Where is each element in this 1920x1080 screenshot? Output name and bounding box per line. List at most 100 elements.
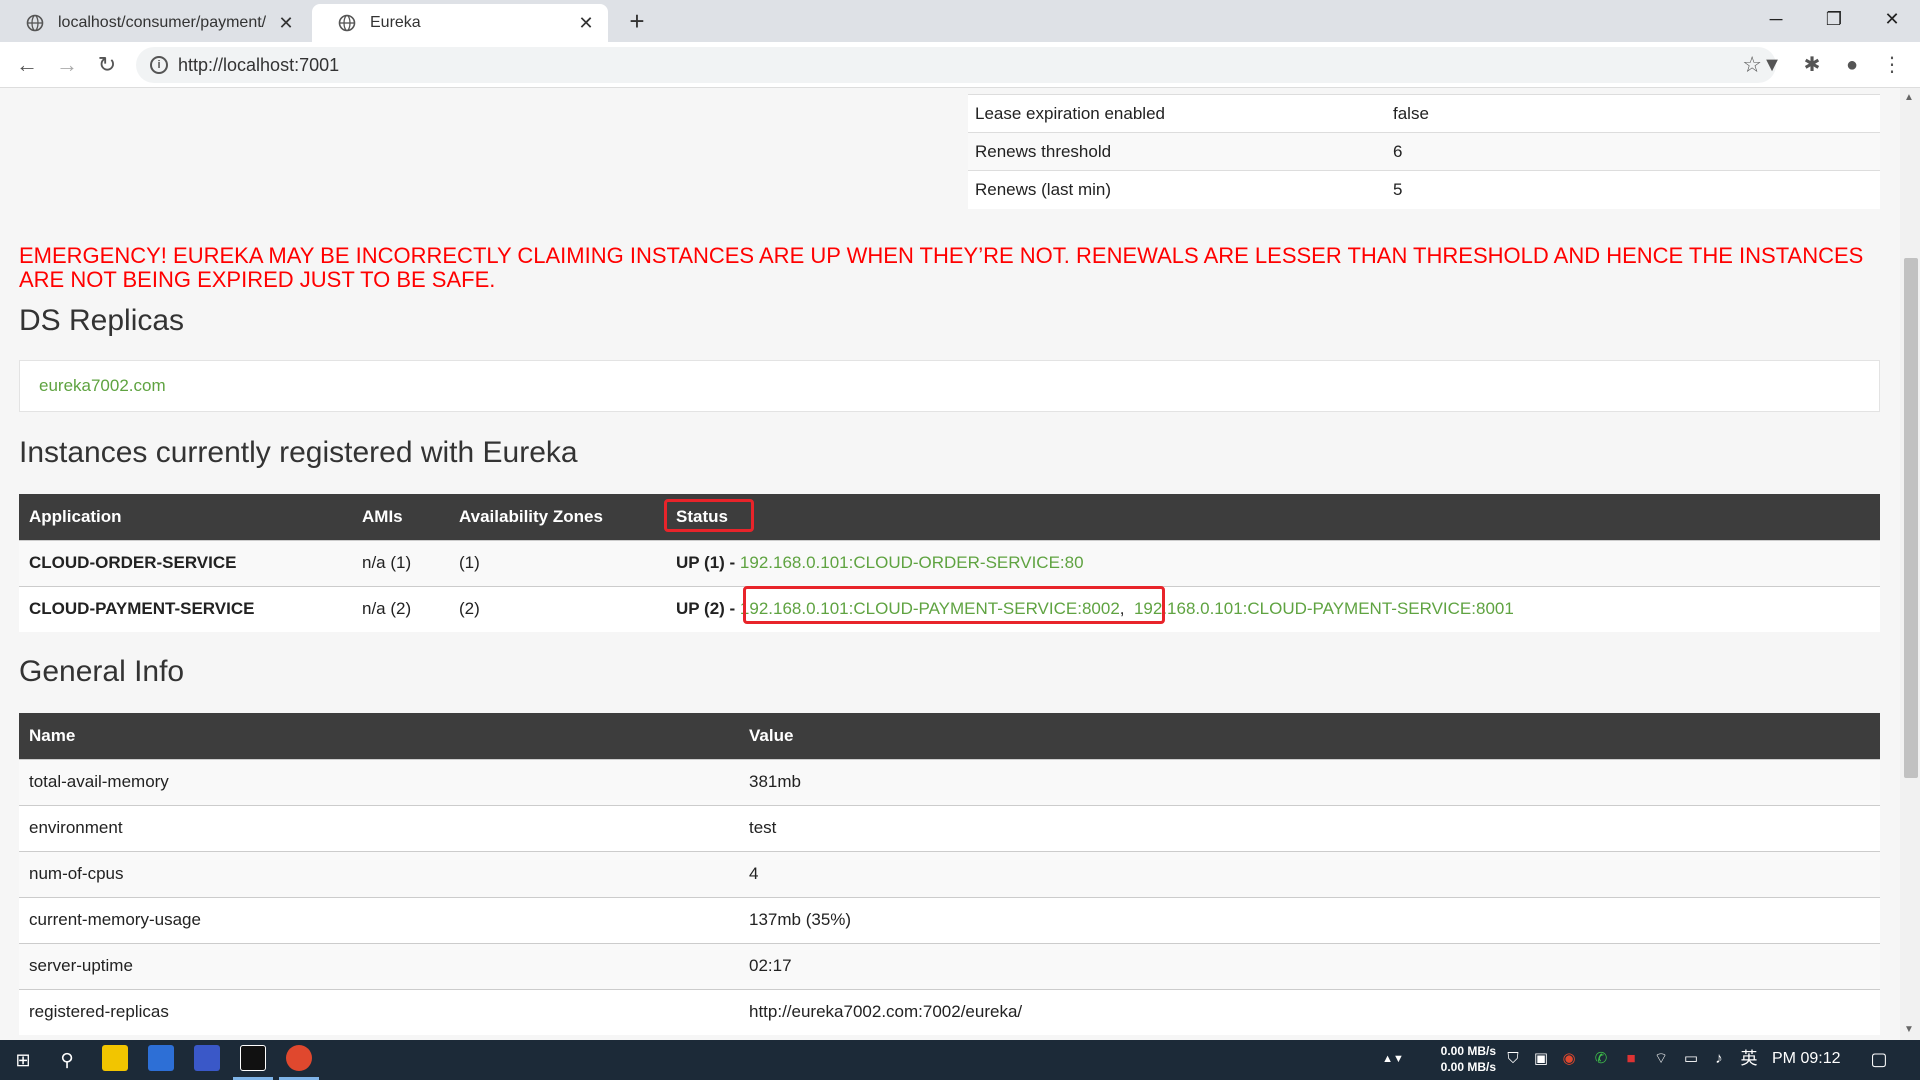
scrollbar-thumb[interactable] — [1904, 258, 1918, 778]
reload-icon[interactable]: ↻ — [92, 50, 122, 80]
info-value: 381mb — [739, 758, 1880, 805]
instance-link[interactable]: 192.168.0.101:CLOUD-PAYMENT-SERVICE:8001 — [1134, 599, 1514, 618]
new-tab-button[interactable]: + — [622, 6, 652, 36]
browser-toolbar: ← → ↻ i http://localhost:7001 ☆ ▼ ✱ ● ⋮ — [0, 42, 1920, 88]
lease-info-table: Lease expiration enabled false Renews th… — [968, 94, 1880, 209]
intellij-app-icon[interactable] — [240, 1045, 266, 1071]
table-row: server-uptime 02:17 — [19, 942, 1880, 989]
tray-app-icon[interactable]: ◉ — [1558, 1048, 1580, 1070]
table-row: Lease expiration enabled false — [968, 94, 1880, 133]
tray-expand-icon[interactable]: ▲▼ — [1382, 1048, 1404, 1070]
scroll-down-icon[interactable]: ▼ — [1904, 1024, 1914, 1035]
general-info-table: Name Value total-avail-memory 381mb envi… — [19, 713, 1880, 1035]
table-row: num-of-cpus 4 — [19, 850, 1880, 897]
windows-start-icon[interactable]: ⊞ — [8, 1045, 38, 1075]
col-name: Name — [19, 713, 739, 759]
lease-key: Lease expiration enabled — [968, 94, 1386, 133]
table-header-row: Name Value — [19, 713, 1880, 759]
table-row: total-avail-memory 381mb — [19, 758, 1880, 805]
page-scrollbar[interactable]: ▲ ▼ — [1900, 88, 1920, 1040]
col-amis: AMIs — [352, 494, 449, 540]
vpn-extension-icon[interactable]: ▼ — [1757, 50, 1787, 80]
table-row: environment test — [19, 804, 1880, 851]
instance-link[interactable]: 192.168.0.101:CLOUD-ORDER-SERVICE:80 — [740, 553, 1084, 572]
col-application: Application — [19, 494, 352, 540]
ime-indicator[interactable]: 英 — [1738, 1048, 1760, 1070]
info-value: test — [739, 804, 1880, 851]
status-prefix: UP (2) - — [676, 599, 740, 619]
status-header-highlight — [664, 499, 754, 532]
info-name: num-of-cpus — [19, 850, 739, 897]
tray-app-icon[interactable]: ▣ — [1530, 1048, 1552, 1070]
menu-kebab-icon[interactable]: ⋮ — [1877, 50, 1907, 80]
table-row: registered-replicas http://eureka7002.co… — [19, 988, 1880, 1035]
lease-key: Renews threshold — [968, 132, 1386, 171]
extensions-puzzle-icon[interactable]: ✱ — [1797, 50, 1827, 80]
page-content: Lease expiration enabled false Renews th… — [0, 88, 1900, 1040]
col-value: Value — [739, 713, 1880, 759]
info-value: 137mb (35%) — [739, 896, 1880, 943]
back-icon[interactable]: ← — [12, 50, 42, 80]
instance-8002-highlight — [743, 586, 1165, 624]
volume-icon[interactable]: ♪ — [1708, 1048, 1730, 1070]
app-status: UP (1) - 192.168.0.101:CLOUD-ORDER-SERVI… — [666, 539, 1880, 586]
chrome-app-icon[interactable] — [286, 1045, 312, 1071]
profile-avatar-icon[interactable]: ● — [1837, 50, 1867, 80]
network-speed: 0.00 MB/s 0.00 MB/s — [1432, 1043, 1496, 1075]
net-up: 0.00 MB/s — [1440, 1044, 1496, 1058]
info-name: total-avail-memory — [19, 758, 739, 805]
app-amis: n/a (2) — [352, 585, 449, 632]
table-row: Renews threshold 6 — [968, 132, 1880, 171]
typora-app-icon[interactable] — [148, 1045, 174, 1071]
search-icon[interactable]: ⚲ — [52, 1045, 82, 1075]
app-zones: (1) — [449, 539, 666, 586]
replica-link[interactable]: eureka7002.com — [39, 376, 166, 395]
restore-icon[interactable]: ❐ — [1806, 0, 1862, 40]
tab-label: localhost/consumer/payment/ — [58, 14, 267, 31]
minimize-icon[interactable]: ─ — [1748, 0, 1804, 40]
tray-app-icon[interactable]: ■ — [1620, 1048, 1642, 1070]
notification-icon[interactable]: ▢ — [1868, 1048, 1890, 1070]
lease-key: Renews (last min) — [968, 170, 1386, 209]
clock[interactable]: PM 09:12 — [1772, 1050, 1840, 1068]
ds-replicas-title: DS Replicas — [19, 304, 185, 337]
tab-label: Eureka — [370, 14, 421, 31]
tab-consumer-payment[interactable]: localhost/consumer/payment/ ✕ — [0, 4, 308, 42]
net-down: 0.00 MB/s — [1440, 1060, 1496, 1074]
mindmap-app-icon[interactable] — [194, 1045, 220, 1071]
table-row: Renews (last min) 5 — [968, 170, 1880, 209]
app-name: CLOUD-ORDER-SERVICE — [19, 539, 352, 586]
info-name: current-memory-usage — [19, 896, 739, 943]
table-row: CLOUD-ORDER-SERVICE n/a (1) (1) UP (1) -… — [19, 539, 1880, 586]
notes-app-icon[interactable] — [102, 1045, 128, 1071]
info-name: server-uptime — [19, 942, 739, 989]
url-text[interactable]: http://localhost:7001 — [178, 55, 339, 76]
general-info-title: General Info — [19, 655, 185, 688]
window-close-icon[interactable]: ✕ — [1864, 0, 1920, 40]
scroll-up-icon[interactable]: ▲ — [1904, 92, 1914, 103]
col-zones: Availability Zones — [449, 494, 666, 540]
address-bar[interactable]: i http://localhost:7001 ☆ — [136, 47, 1776, 83]
close-icon[interactable]: ✕ — [576, 13, 596, 34]
tab-eureka[interactable]: Eureka ✕ — [312, 4, 608, 42]
forward-icon[interactable]: → — [52, 50, 82, 80]
info-name: environment — [19, 804, 739, 851]
battery-icon[interactable]: ▭ — [1680, 1048, 1702, 1070]
lease-value: 6 — [1386, 132, 1880, 171]
wifi-icon[interactable]: ⌔ — [1650, 1048, 1672, 1070]
info-icon[interactable]: i — [150, 56, 168, 74]
status-prefix: UP (1) - — [676, 553, 740, 572]
info-value: 4 — [739, 850, 1880, 897]
table-row: current-memory-usage 137mb (35%) — [19, 896, 1880, 943]
globe-icon — [26, 14, 44, 32]
info-value: http://eureka7002.com:7002/eureka/ — [739, 988, 1880, 1035]
close-icon[interactable]: ✕ — [276, 13, 296, 34]
wechat-icon[interactable]: ✆ — [1590, 1048, 1612, 1070]
shield-icon[interactable]: ⛉ — [1502, 1048, 1524, 1070]
browser-tab-bar: localhost/consumer/payment/ ✕ Eureka ✕ +… — [0, 0, 1920, 42]
info-value: 02:17 — [739, 942, 1880, 989]
globe-icon — [338, 14, 356, 32]
info-name: registered-replicas — [19, 988, 739, 1035]
instances-title: Instances currently registered with Eure… — [19, 436, 578, 469]
ds-replicas-box: eureka7002.com — [19, 360, 1880, 412]
